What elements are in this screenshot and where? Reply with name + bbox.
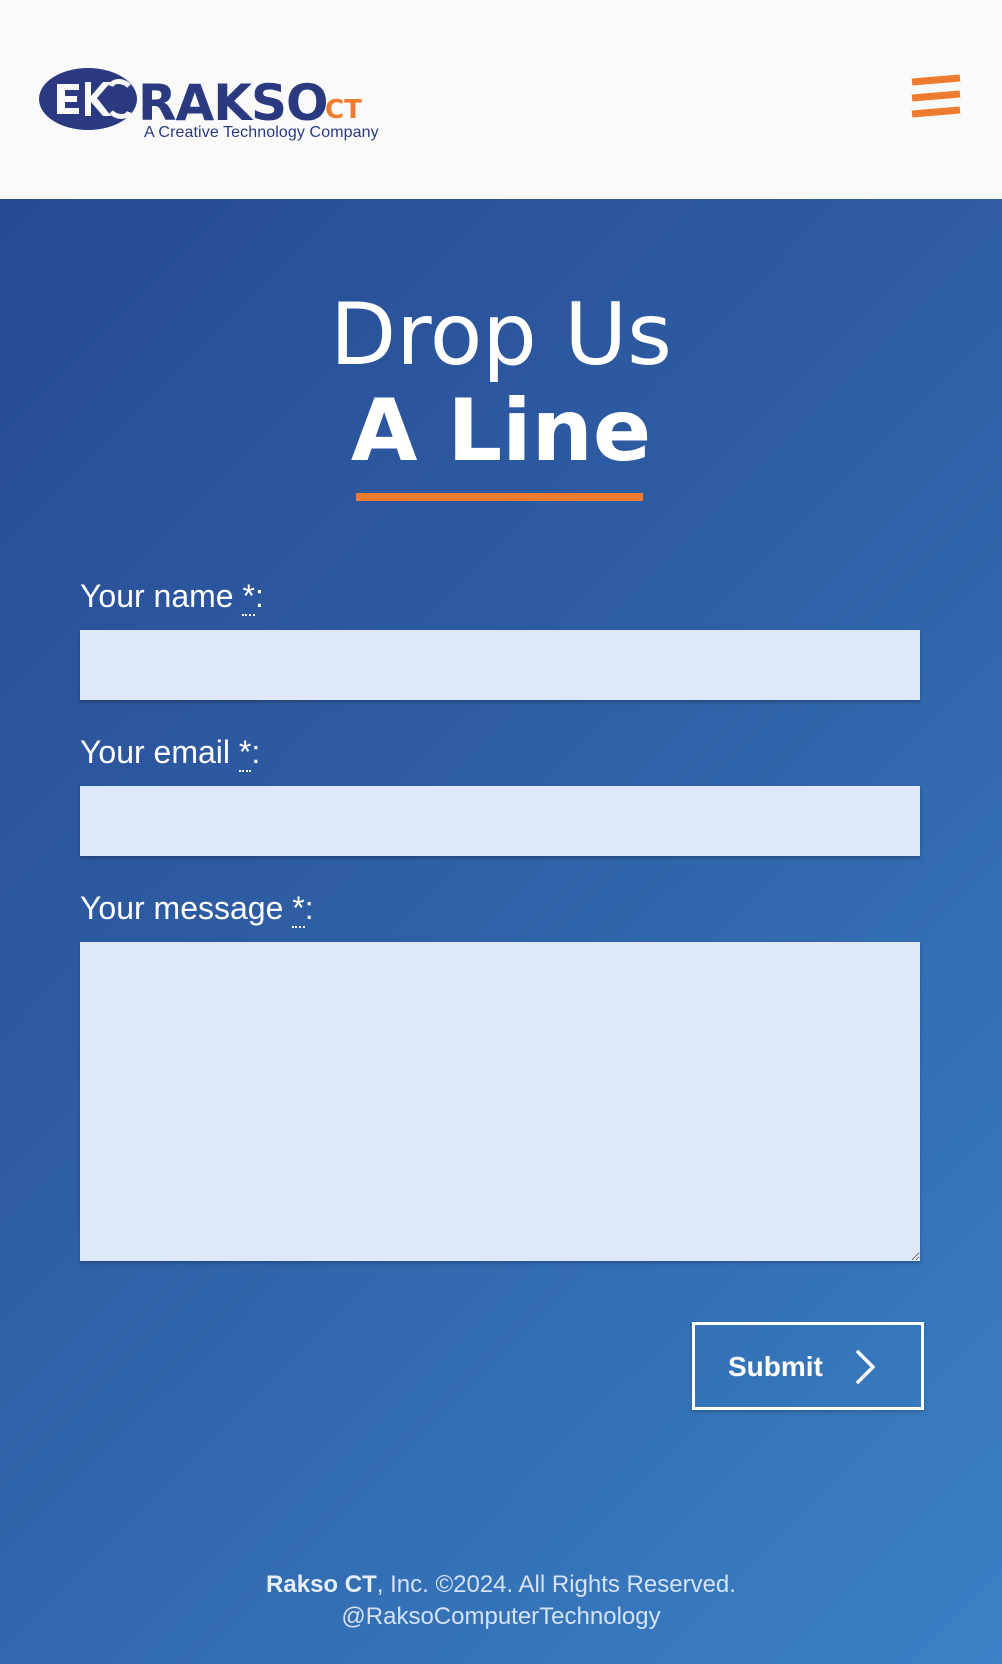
site-footer: Rakso CT, Inc. ©2024. All Rights Reserve… (0, 1569, 1002, 1633)
email-label: Your email *: (80, 734, 261, 772)
name-label: Your name *: (80, 578, 264, 616)
name-input[interactable] (80, 630, 920, 700)
company-name: Rakso CT (266, 1571, 377, 1598)
required-marker: * (292, 890, 305, 928)
submit-button[interactable]: Submit (692, 1322, 924, 1410)
message-label-suffix: : (304, 890, 314, 926)
email-label-text: Your email (80, 734, 239, 770)
logo-tagline: A Creative Technology Company (144, 124, 379, 141)
logo-suffix: CT (325, 95, 362, 125)
email-input[interactable] (80, 786, 920, 856)
social-handle-link[interactable]: @RaksoComputerTechnology (0, 1601, 1002, 1633)
page-title: Drop Us A Line (0, 287, 1002, 479)
title-underline (356, 493, 643, 501)
required-marker: * (242, 578, 255, 616)
message-label: Your message *: (80, 890, 314, 928)
hamburger-icon (911, 74, 961, 118)
submit-label: Submit (728, 1351, 823, 1382)
title-line-2: A Line (350, 381, 652, 481)
chevron-right-icon (856, 1350, 875, 1384)
message-label-text: Your message (80, 890, 293, 926)
title-line-1: Drop Us (330, 285, 672, 385)
copyright-line: Rakso CT, Inc. ©2024. All Rights Reserve… (0, 1569, 1002, 1601)
site-header: RAKSO CT A Creative Technology Company (0, 0, 1002, 199)
email-label-suffix: : (251, 734, 261, 770)
copyright-text: , Inc. ©2024. All Rights Reserved. (376, 1571, 736, 1598)
message-textarea[interactable] (80, 942, 920, 1261)
name-label-suffix: : (254, 578, 264, 614)
required-marker: * (238, 734, 252, 772)
menu-button[interactable] (908, 72, 964, 128)
contact-section: Drop Us A Line Your name *: Your email *… (0, 199, 1002, 1664)
name-label-text: Your name (80, 578, 243, 614)
rakso-logo[interactable]: RAKSO CT A Creative Technology Company (39, 68, 379, 152)
